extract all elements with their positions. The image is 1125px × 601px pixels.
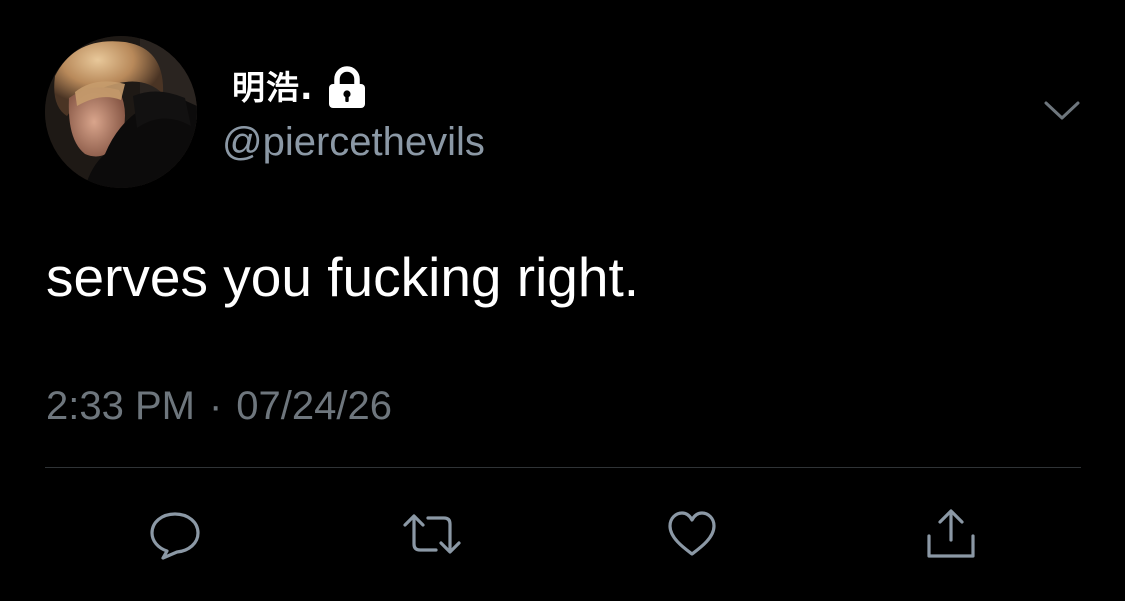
avatar-photo bbox=[45, 36, 197, 188]
display-name: 明浩. bbox=[232, 68, 314, 107]
tweet-time: 2:33 PM bbox=[46, 384, 195, 428]
display-name-row[interactable]: 明浩. bbox=[232, 66, 368, 110]
meta-separator: · bbox=[208, 384, 223, 428]
chevron-down-icon[interactable] bbox=[1043, 99, 1081, 123]
tweet-date: 07/24/26 bbox=[236, 384, 392, 428]
like-button[interactable] bbox=[662, 506, 722, 562]
heart-icon bbox=[664, 508, 720, 560]
tweet-text: serves you fucking right. bbox=[46, 246, 640, 308]
share-icon bbox=[923, 506, 979, 562]
user-handle[interactable]: @piercethevils bbox=[222, 118, 485, 166]
reply-button[interactable] bbox=[145, 506, 205, 562]
share-button[interactable] bbox=[921, 506, 981, 562]
tweet-detail: 明浩. @piercethevils serves you fucking ri… bbox=[0, 0, 1125, 601]
divider bbox=[45, 467, 1081, 468]
avatar[interactable] bbox=[45, 36, 197, 188]
tweet-meta: 2:33 PM · 07/24/26 bbox=[46, 382, 392, 430]
retweet-button[interactable] bbox=[402, 506, 462, 562]
retweet-icon bbox=[400, 508, 464, 560]
reply-icon bbox=[147, 508, 203, 560]
lock-icon bbox=[326, 66, 368, 110]
